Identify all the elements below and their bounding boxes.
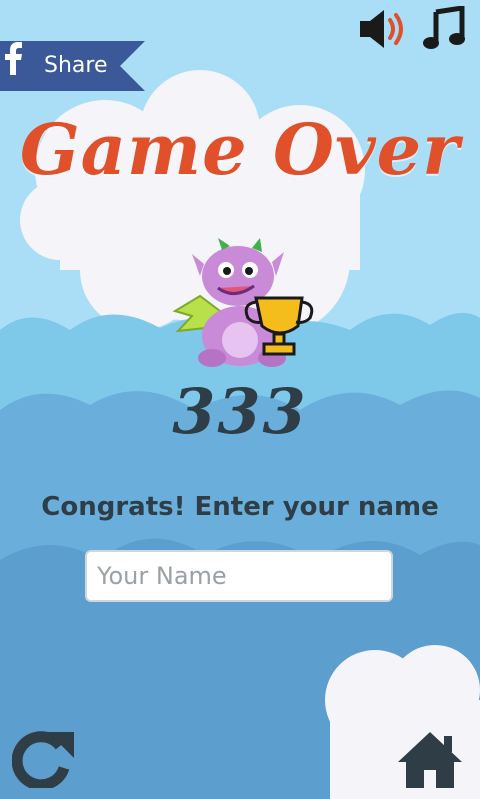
facebook-icon [5,42,22,75]
game-over-screen: Share Game Over 333 Congrats! Enter your… [0,0,480,799]
enter-name-prompt: Congrats! Enter your name [41,492,439,522]
home-icon[interactable] [396,728,464,790]
dragon-mascot-icon [172,238,314,367]
speaker-icon[interactable] [358,8,410,50]
music-note-icon[interactable] [422,6,466,50]
restart-arrow-icon[interactable] [12,728,76,788]
final-score: 333 [172,375,308,448]
game-over-title: Game Over [19,108,461,191]
name-input[interactable] [85,550,393,602]
share-label: Share [44,53,108,78]
facebook-share-button[interactable]: Share [0,41,145,91]
